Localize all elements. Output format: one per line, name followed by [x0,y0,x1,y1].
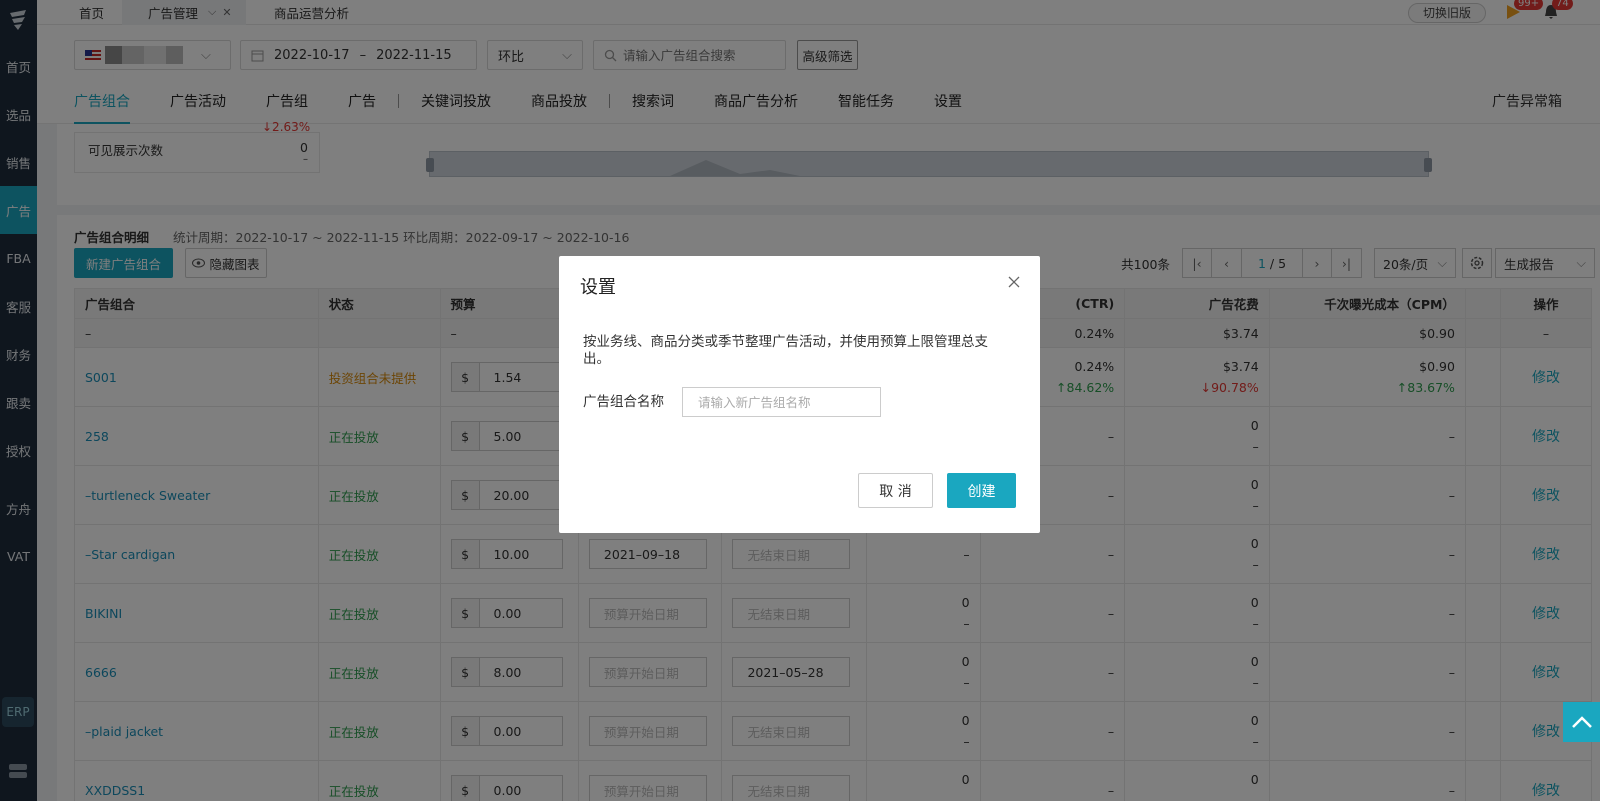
portfolio-name-label: 广告组合名称 [583,394,664,410]
settings-dialog: 设置 按业务线、商品分类或季节整理广告活动，并使用预算上限管理总支出。 广告组合… [559,256,1040,533]
dialog-title: 设置 [580,277,616,298]
portfolio-name-input[interactable] [682,387,881,417]
back-to-top-button[interactable] [1563,702,1600,742]
cancel-button[interactable]: 取 消 [858,473,933,508]
close-icon[interactable] [1006,274,1022,290]
dialog-description: 按业务线、商品分类或季节整理广告活动，并使用预算上限管理总支出。 [583,334,988,367]
chevron-up-icon [1571,716,1592,728]
create-button[interactable]: 创建 [947,473,1016,508]
